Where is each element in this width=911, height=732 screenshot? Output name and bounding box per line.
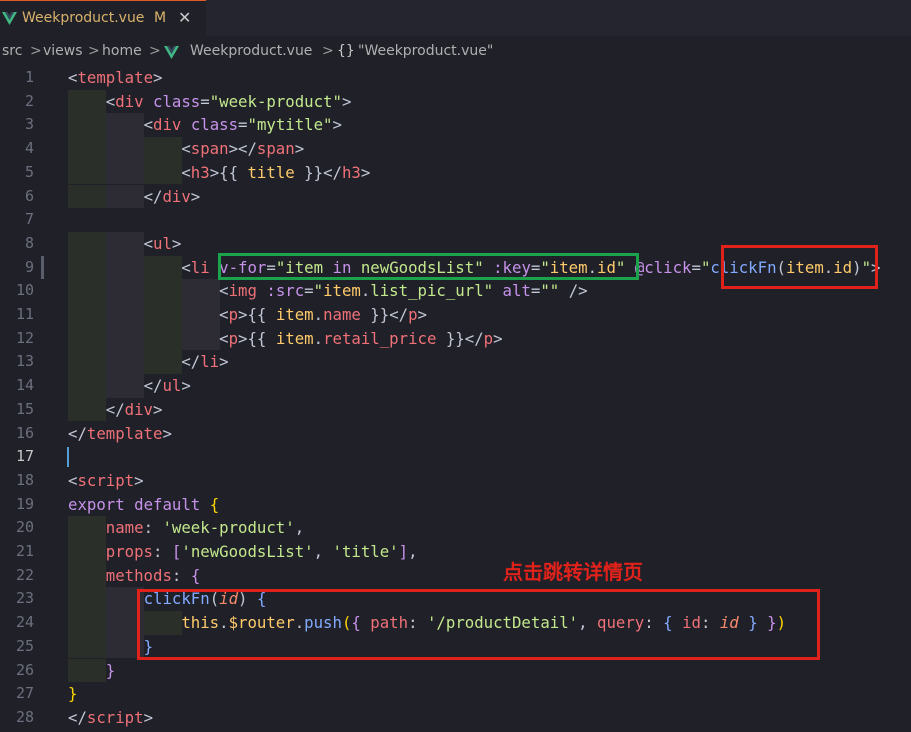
code-line[interactable]: 14 </ul> [0,374,911,398]
code-text: <template> [68,68,163,87]
code-line[interactable]: 7 [0,208,911,232]
code-text: <p>{{ item.retail_price }}</p> [219,328,503,348]
code-text: <ul> [143,233,182,253]
line-number: 13 [15,352,34,371]
vue-file-icon [2,12,17,25]
tab-label: Weekproduct.vue [22,10,145,26]
code-line[interactable]: 6 </div> [0,184,911,209]
code-text: <img :src="item.list_pic_url" alt="" /> [219,281,588,301]
chevron-right-icon: > [30,43,42,59]
code-text: <p>{{ item.name }}</p> [219,305,427,324]
code-line[interactable]: 19 export default { [0,493,911,517]
code-text: props: ['newGoodsList', 'title'], [105,542,418,561]
breadcrumb-src[interactable]: src [2,43,22,59]
close-icon[interactable]: ✕ [178,8,191,27]
code-line[interactable]: 5 <h3>{{ title }}</h3> [0,160,911,185]
line-number: 17 [15,447,34,466]
v-for-highlight-box [218,253,639,280]
line-number: 26 [15,660,34,679]
code-text: <div class="week-product"> [105,91,352,111]
code-line[interactable]: 3 <div class="mytitle"> [0,113,911,138]
braces-icon: {} [337,43,355,59]
tab-weekproduct-vue[interactable]: Weekproduct.vue M ✕ [0,0,206,36]
line-number: 16 [15,423,34,442]
code-text: </div> [105,399,163,419]
line-number: 4 [24,139,34,158]
breadcrumb-file[interactable]: Weekproduct.vue [190,43,312,59]
line-number: 27 [15,684,34,703]
line-number: 12 [15,328,34,347]
code-line[interactable]: 11 <p>{{ item.name }}</p> [0,303,911,327]
line-number: 5 [24,162,34,181]
line-number: 24 [15,613,34,632]
line-number: 25 [15,636,34,655]
clickfn-highlight-box [721,245,878,289]
code-line[interactable]: 28 </script> [0,706,911,730]
code-text: <script> [68,470,144,490]
code-line[interactable]: 21 props: ['newGoodsList', 'title'], [0,540,911,564]
line-number: 3 [24,115,34,134]
code-line[interactable]: 12 <p>{{ item.retail_price }}</p> [0,326,911,351]
code-text: </ul> [143,376,191,396]
code-text: </script> [68,707,154,727]
chevron-right-icon: > [322,43,334,59]
line-number: 1 [24,68,34,86]
text-cursor [67,447,69,467]
code-line[interactable]: 18 <script> [0,469,911,493]
code-line[interactable]: 13 </li> [0,350,911,375]
code-text: <h3>{{ title }}</h3> [181,162,371,182]
line-number: 23 [15,589,34,608]
code-line[interactable]: 20 name: 'week-product', [0,516,911,540]
breadcrumb-views[interactable]: views [43,43,83,59]
vue-file-icon [164,46,179,59]
editor-tab-bar: Weekproduct.vue M ✕ [0,0,911,36]
chevron-right-icon: > [149,43,161,59]
code-text: methods: { [105,565,201,585]
breadcrumb: src > views > home > Weekproduct.vue > {… [0,40,911,64]
code-line[interactable]: 17 [0,445,911,469]
line-number: 11 [15,305,34,323]
breadcrumb-symbol[interactable]: "Weekproduct.vue" [358,43,493,59]
code-text: export default { [68,494,220,514]
code-text: </template> [68,423,172,443]
code-text: name: 'week-product', [105,518,305,538]
code-line[interactable]: 26 } [0,658,911,683]
modified-indicator: M [154,10,167,26]
line-number: 7 [24,210,34,229]
annotation-label: 点击跳转详情页 [503,560,643,584]
code-line[interactable]: 2 <div class="week-product"> [0,89,911,114]
code-text: <span></span> [181,139,305,159]
code-line[interactable]: 22 methods: { [0,563,911,588]
code-text: </li> [181,352,229,372]
code-text: <div class="mytitle"> [143,115,342,135]
line-number: 8 [24,233,34,252]
code-line[interactable]: 4 <span></span> [0,137,911,161]
modified-line-gutter-mark [41,255,44,280]
line-number: 2 [24,91,34,110]
breadcrumb-home[interactable]: home [102,43,142,59]
line-number: 21 [15,542,34,560]
line-number: 15 [15,399,34,418]
chevron-right-icon: > [88,43,100,59]
line-number: 28 [15,707,34,726]
line-number: 14 [15,376,34,395]
code-text: </div> [143,186,201,206]
code-line[interactable]: 1 <template> [0,66,911,90]
line-number: 9 [24,257,34,276]
line-number: 22 [15,565,34,584]
line-number: 19 [15,494,34,513]
line-number: 20 [15,518,34,537]
code-text: } [105,660,116,680]
line-number: 10 [15,281,34,300]
line-number: 6 [24,186,34,205]
code-line[interactable]: 27} [0,682,911,706]
code-line[interactable]: 15 </div> [0,397,911,422]
code-text: } [68,684,78,704]
code-line[interactable]: 16 </template> [0,422,911,446]
line-number: 18 [15,470,34,489]
method-highlight-box [137,589,820,660]
